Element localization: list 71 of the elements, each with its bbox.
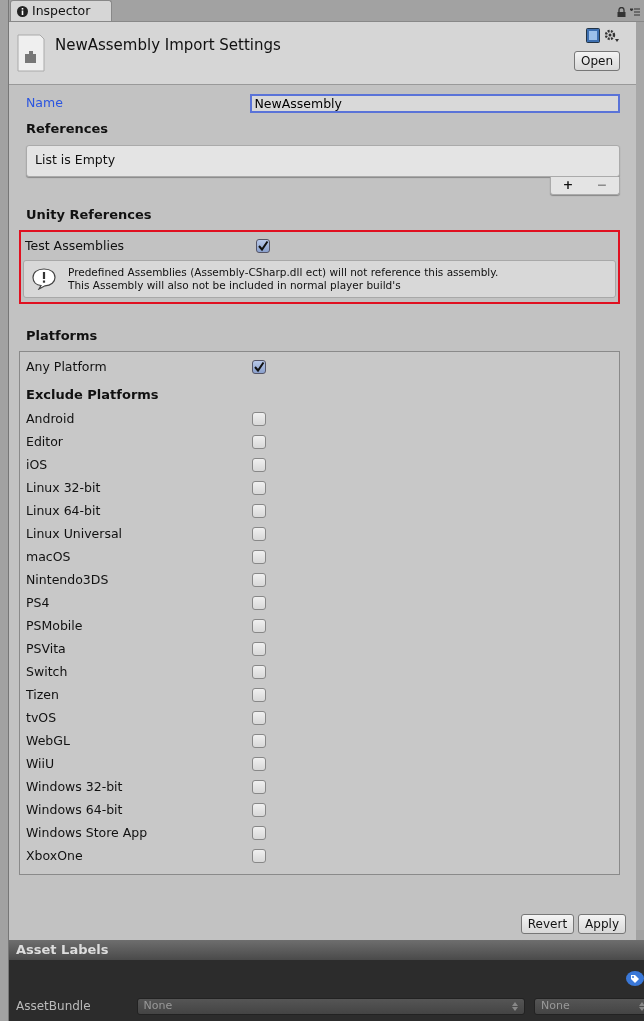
checkbox[interactable] [252, 550, 266, 564]
checkbox-label: WebGL [26, 731, 71, 750]
checkbox[interactable] [252, 435, 266, 449]
checkbox-label: macOS [26, 547, 72, 566]
checkbox[interactable] [252, 504, 266, 518]
checkbox-label: WiiU [26, 754, 56, 773]
checkbox[interactable] [256, 239, 270, 253]
checkbox-label: Linux 32-bit [26, 478, 102, 497]
checkbox[interactable] [252, 573, 266, 587]
checkbox-label: PS4 [26, 593, 51, 612]
section-title: Platforms [26, 327, 99, 345]
checkbox[interactable] [252, 849, 266, 863]
subsection-title: Exclude Platforms [26, 386, 160, 404]
warning-icon [32, 268, 56, 290]
help-book-icon[interactable] [586, 28, 600, 43]
checkbox-label: PSVita [26, 639, 67, 658]
scrollbar[interactable] [636, 50, 644, 930]
updown-arrow-icon [639, 1001, 644, 1011]
checkbox[interactable] [252, 596, 266, 610]
empty-list-text: List is Empty [35, 151, 116, 170]
checkbox[interactable] [252, 826, 266, 840]
checkbox[interactable] [252, 688, 266, 702]
menu-icon[interactable] [630, 8, 640, 16]
checkbox[interactable] [252, 734, 266, 748]
header-title: NewAssembly Import Settings [55, 35, 282, 56]
checkbox[interactable] [252, 803, 266, 817]
checkbox-label: Editor [26, 432, 64, 451]
lock-icon[interactable] [617, 7, 626, 17]
checkbox-label: Nintendo3DS [26, 570, 110, 589]
checkbox[interactable] [252, 780, 266, 794]
checkbox-label: Any Platform [26, 357, 108, 376]
checkbox-label: Windows 64-bit [26, 800, 124, 819]
name-field[interactable]: NewAssembly [250, 94, 620, 113]
checkbox-label: tvOS [26, 708, 58, 727]
action-button[interactable]: Apply [578, 914, 626, 934]
tag-icon[interactable] [626, 971, 644, 986]
action-button[interactable]: Revert [520, 914, 575, 934]
checkbox[interactable] [252, 619, 266, 633]
checkbox[interactable] [252, 360, 266, 374]
checkbox-label: Linux 64-bit [26, 501, 102, 520]
checkbox[interactable] [252, 642, 266, 656]
panel-title: Asset Labels [9, 940, 644, 960]
checkbox-label: Windows Store App [26, 823, 149, 842]
gear-icon[interactable] [604, 28, 620, 43]
info-icon [17, 5, 28, 17]
checkbox-label: Test Assemblies [25, 236, 126, 255]
checkbox-label: Windows 32-bit [26, 777, 124, 796]
warning-message: Predefined Assemblies (Assembly-CSharp.dll ect) will not reference this assembly. This Assembly will also not be included in normal player build's [68, 266, 499, 292]
checkbox-label: Linux Universal [26, 524, 124, 543]
checkbox-label: iOS [26, 455, 49, 474]
checkbox[interactable] [252, 757, 266, 771]
field-label: AssetBundle [16, 998, 92, 1015]
add-button[interactable]: + [562, 175, 574, 195]
checkbox-label: Tizen [26, 685, 60, 704]
open-button[interactable]: Open [573, 51, 620, 71]
checkbox-label: Switch [26, 662, 69, 681]
checkbox[interactable] [252, 458, 266, 472]
checkbox[interactable] [252, 711, 266, 725]
updown-arrow-icon [512, 1001, 519, 1011]
section-title: References [26, 120, 110, 138]
field-label: Name [26, 94, 64, 113]
checkbox[interactable] [252, 481, 266, 495]
checkbox-label: Android [26, 409, 76, 428]
checkbox[interactable] [252, 527, 266, 541]
inspector-tab[interactable]: Inspector [10, 0, 112, 21]
checkbox[interactable] [252, 665, 266, 679]
checkbox[interactable] [252, 412, 266, 426]
file-icon [17, 34, 45, 72]
checkbox-label: PSMobile [26, 616, 84, 635]
checkbox-label: XboxOne [26, 846, 84, 865]
section-title: Unity References [26, 205, 153, 224]
